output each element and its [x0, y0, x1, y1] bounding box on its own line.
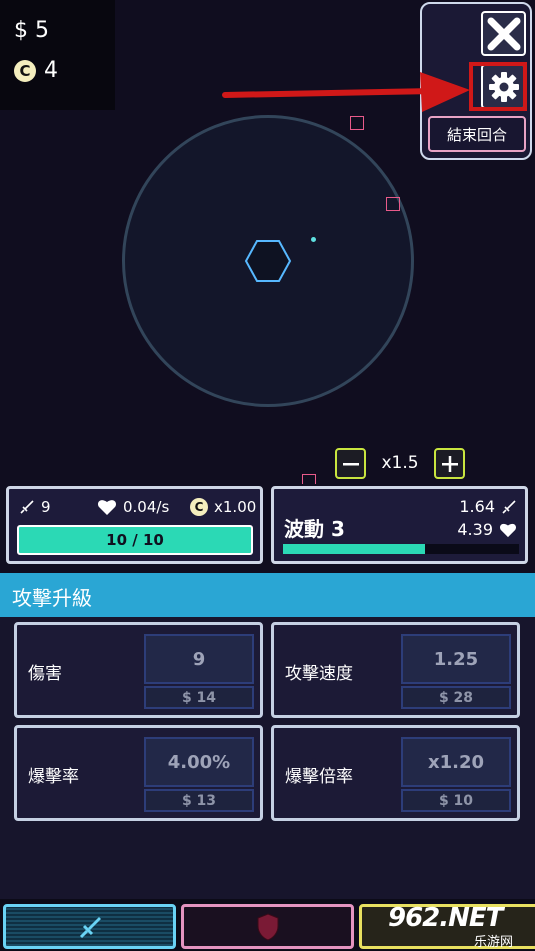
damage-stat: 9 [19, 498, 51, 516]
plus-icon [441, 455, 458, 472]
enemy-square [302, 474, 316, 484]
wave-panel: 波動 3 1.64 4.39 [271, 486, 528, 564]
upgrade-card-crit-chance[interactable]: 爆擊率 4.00% $ 13 [14, 725, 263, 821]
money-display: $ 5 [14, 18, 49, 43]
annotation-arrow [222, 72, 470, 112]
upgrade-area: 傷害 9 $ 14 攻擊速度 1.25 $ 28 爆擊率 4.00% $ 13 … [0, 617, 535, 899]
tower-hexagon [244, 240, 292, 282]
player-stats-panel: 9 0.04/s C x1.00 10 / 10 [6, 486, 263, 564]
health-text: 10 / 10 [106, 531, 164, 549]
wave-title: 波動 3 [284, 517, 345, 541]
upgrade-cost: $ 10 [401, 789, 511, 812]
settings-highlight-box [469, 62, 527, 111]
coin-display: C 4 [14, 58, 58, 83]
money-amount: $ 5 [14, 18, 49, 43]
upgrade-card-attack-speed[interactable]: 攻擊速度 1.25 $ 28 [271, 622, 520, 718]
sword-icon [79, 916, 101, 938]
enemy-damage-value: 1.64 [459, 497, 495, 516]
sword-icon [502, 499, 516, 514]
close-button[interactable] [481, 11, 526, 56]
close-icon [487, 17, 520, 50]
coin-multiplier-stat: C x1.00 [190, 498, 256, 516]
regen-value: 0.04/s [123, 498, 170, 516]
upgrade-name: 爆擊倍率 [285, 767, 353, 787]
enemy-health-value: 4.39 [457, 520, 493, 539]
enemy-square [350, 116, 364, 130]
wave-progress-fill [283, 544, 425, 554]
shield-icon [257, 912, 278, 941]
speed-multiplier: x1.5 [381, 453, 419, 473]
coin-multiplier-value: x1.00 [214, 498, 257, 516]
upgrade-cost: $ 28 [401, 686, 511, 709]
upgrade-section-header: 攻擊升級 [0, 573, 535, 617]
sword-icon [20, 500, 34, 514]
upgrade-name: 攻擊速度 [285, 664, 353, 684]
enemy-square [386, 197, 400, 211]
projectile [311, 237, 316, 242]
upgrade-value: 9 [144, 634, 254, 684]
upgrade-card-damage[interactable]: 傷害 9 $ 14 [14, 622, 263, 718]
upgrade-name: 爆擊率 [28, 767, 79, 787]
upgrade-name: 傷害 [28, 664, 62, 684]
upgrade-value: x1.20 [401, 737, 511, 787]
upgrade-section-title: 攻擊升級 [12, 586, 92, 610]
watermark-sub: 乐游网 [474, 935, 514, 950]
upgrade-card-crit-multiplier[interactable]: 爆擊倍率 x1.20 $ 10 [271, 725, 520, 821]
enemy-damage-stat: 1.64 [459, 497, 517, 516]
wave-progress-bar [283, 544, 519, 554]
watermark: 962.NET 乐游网 [388, 903, 535, 951]
coin-icon: C [190, 498, 208, 516]
enemy-health-stat: 4.39 [457, 520, 517, 539]
speed-increase-button[interactable] [434, 448, 465, 479]
end-round-button[interactable]: 結束回合 [428, 116, 526, 152]
speed-decrease-button[interactable] [335, 448, 366, 479]
damage-value: 9 [41, 498, 51, 516]
watermark-main: 962.NET [388, 903, 503, 933]
coin-amount: 4 [44, 58, 58, 83]
minus-icon [342, 462, 359, 465]
upgrade-value: 4.00% [144, 737, 254, 787]
tab-defense[interactable] [181, 904, 354, 949]
tab-attack[interactable] [3, 904, 176, 949]
upgrade-cost: $ 13 [144, 789, 254, 812]
upgrade-cost: $ 14 [144, 686, 254, 709]
coin-icon: C [14, 59, 36, 82]
health-bar: 10 / 10 [17, 525, 253, 555]
heart-icon [97, 500, 117, 515]
regen-stat: 0.04/s [97, 498, 169, 516]
upgrade-value: 1.25 [401, 634, 511, 684]
heart-icon [499, 523, 517, 537]
currency-panel: $ 5 C 4 [0, 0, 115, 110]
